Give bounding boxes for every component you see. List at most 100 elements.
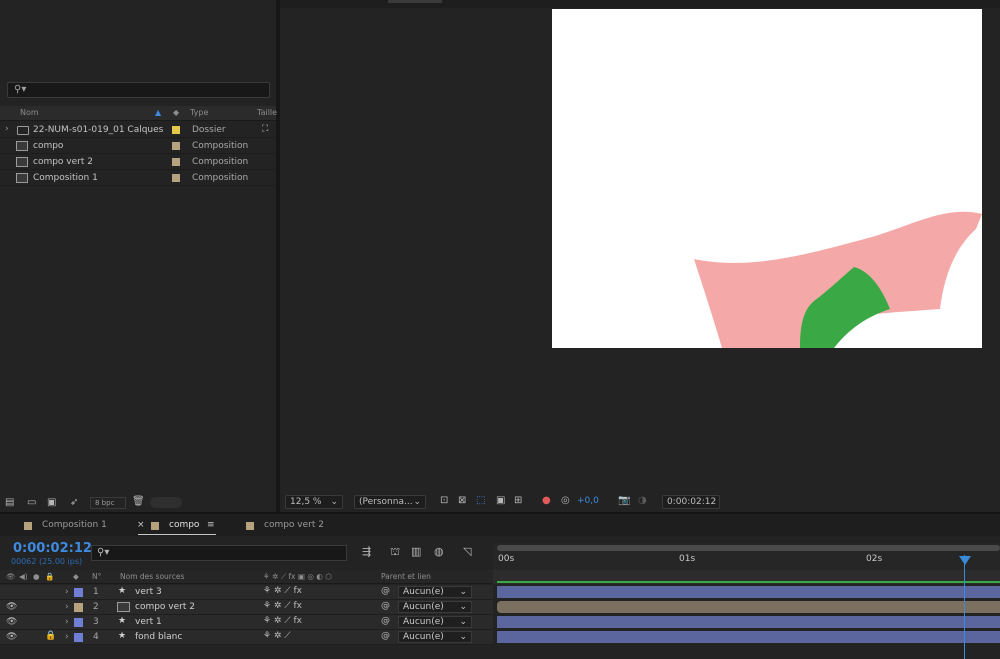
chevron-right-icon[interactable]: › <box>65 617 69 627</box>
work-area-bar[interactable] <box>497 545 1000 551</box>
project-item[interactable]: compo Composition <box>0 138 276 154</box>
motion-blur-icon[interactable]: ◍ <box>434 545 444 558</box>
color-channels-icon[interactable]: ● <box>542 495 551 506</box>
layer-bar[interactable] <box>497 631 1000 643</box>
parent-dropdown[interactable]: Aucun(e) ⌄ <box>398 601 472 613</box>
lock-icon[interactable]: 🔒 <box>45 572 54 581</box>
timeline-search-input[interactable]: ⚲▾ <box>91 545 347 561</box>
layer-switches[interactable]: ⚘ ✲ ⟋ fx <box>263 586 302 596</box>
view-dropdown[interactable]: (Personna... ⌄ <box>354 495 426 509</box>
time-ruler[interactable]: 00s 01s 02s <box>493 543 1000 570</box>
eye-icon[interactable]: 👁 <box>6 617 17 627</box>
project-item[interactable]: compo vert 2 Composition <box>0 154 276 170</box>
eye-icon[interactable]: 👁 <box>6 602 17 612</box>
column-size[interactable]: Taille <box>257 108 277 117</box>
layer-row[interactable]: 👁 › 2 compo vert 2 ⚘ ✲ ⟋ fx @ Aucun(e) ⌄ <box>0 600 493 615</box>
layer-switches[interactable]: ⚘ ✲ ⟋ fx <box>263 616 302 626</box>
new-composition-icon[interactable]: ▣ <box>47 497 56 508</box>
tab-menu-icon[interactable]: ≡ <box>207 520 215 530</box>
layer-switches[interactable]: ⚘ ✲ ⟋ fx <box>263 601 302 611</box>
draft-3d-icon[interactable]: ⛫ <box>390 545 400 560</box>
safe-zones-icon[interactable]: ▣ <box>496 495 505 506</box>
layer-label-swatch[interactable] <box>74 633 83 642</box>
mask-icon[interactable]: ⬚ <box>476 495 485 506</box>
chevron-right-icon[interactable]: › <box>65 632 69 642</box>
layer-name[interactable]: vert 3 <box>135 587 162 597</box>
layer-row[interactable]: 👁 › 3 ★ vert 1 ⚘ ✲ ⟋ fx @ Aucun(e) ⌄ <box>0 615 493 630</box>
label-swatch[interactable] <box>172 126 180 134</box>
layer-bar[interactable] <box>497 616 1000 628</box>
parent-dropdown[interactable]: Aucun(e) ⌄ <box>398 586 472 598</box>
label-swatch[interactable] <box>172 142 180 150</box>
snapshot-view-icon[interactable]: ⊞ <box>514 495 522 506</box>
zoom-dropdown[interactable]: 12,5 % ⌄ <box>285 495 343 509</box>
layer-label-swatch[interactable] <box>74 618 83 627</box>
label-swatch[interactable] <box>172 174 180 182</box>
layer-switches[interactable]: ⚘ ✲ ⟋ <box>263 631 291 641</box>
new-folder-icon[interactable]: ▭ <box>27 497 36 508</box>
sort-arrow-icon[interactable]: ▲ <box>155 108 161 117</box>
chevron-right-icon[interactable]: › <box>5 124 9 134</box>
parent-value: Aucun(e) <box>403 602 444 612</box>
layer-row[interactable]: › 1 ★ vert 3 ⚘ ✲ ⟋ fx @ Aucun(e) ⌄ <box>0 585 493 600</box>
playhead-handle-icon[interactable] <box>959 556 971 565</box>
chevron-right-icon[interactable]: › <box>65 587 69 597</box>
chevron-right-icon[interactable]: › <box>65 602 69 612</box>
layer-number: 2 <box>93 602 99 612</box>
column-type[interactable]: Type <box>190 108 208 117</box>
reset-exposure-icon[interactable]: ◎ <box>561 495 570 506</box>
tab-composition-1[interactable]: Composition 1 <box>42 520 107 530</box>
parent-dropdown[interactable]: Aucun(e) ⌄ <box>398 631 472 643</box>
lock-icon[interactable]: 🔒 <box>45 631 56 641</box>
parent-dropdown[interactable]: Aucun(e) ⌄ <box>398 616 472 628</box>
grid-icon[interactable]: ⊠ <box>458 495 466 506</box>
pickwhip-icon[interactable]: @ <box>381 616 390 626</box>
pickwhip-icon[interactable]: @ <box>381 586 390 596</box>
column-source-name[interactable]: Nom des sources <box>120 572 184 581</box>
layer-row[interactable]: 👁 🔒 › 4 ★ fond blanc ⚘ ✲ ⟋ @ Aucun(e) ⌄ <box>0 630 493 645</box>
exposure-value[interactable]: +0,0 <box>577 496 599 506</box>
layer-bar[interactable] <box>497 586 1000 598</box>
bpc-button[interactable]: 8 bpc <box>90 497 126 509</box>
interpret-footage-icon[interactable]: ▤ <box>5 497 14 508</box>
eye-icon[interactable]: 👁 <box>6 632 17 642</box>
current-time-display[interactable]: 0:00:02:12 <box>13 541 92 556</box>
label-tag-icon[interactable]: ◆ <box>173 108 179 117</box>
viewer-tab[interactable] <box>388 0 442 3</box>
tab-compo-vert-2[interactable]: compo vert 2 <box>264 520 324 530</box>
comp-mini-flowchart-icon[interactable]: ⇶ <box>362 545 371 558</box>
camera-icon[interactable]: 📷 <box>618 495 630 506</box>
trash-icon[interactable]: 🗑 <box>132 496 145 507</box>
eye-icon[interactable]: 👁 <box>6 572 16 581</box>
label-tag-icon[interactable]: ◆ <box>73 572 79 581</box>
project-item[interactable]: Composition 1 Composition <box>0 170 276 186</box>
composition-canvas[interactable] <box>552 9 982 348</box>
frame-blending-icon[interactable]: ▥ <box>411 545 421 558</box>
show-snapshot-icon[interactable]: ◑ <box>638 495 647 506</box>
solo-icon[interactable]: ● <box>33 572 40 581</box>
pickwhip-icon[interactable]: @ <box>381 631 390 641</box>
project-item[interactable]: › 22-NUM-s01-019_01 Calques Dossier ⛶ <box>0 122 276 138</box>
render-queue-icon[interactable]: ➶ <box>70 497 78 508</box>
column-name[interactable]: Nom <box>20 108 39 117</box>
viewer-timecode[interactable]: 0:00:02:12 <box>662 495 720 509</box>
playhead[interactable] <box>964 555 965 659</box>
layer-label-swatch[interactable] <box>74 588 83 597</box>
thumbnail-slider[interactable] <box>150 497 182 508</box>
tab-compo[interactable]: compo <box>169 520 199 530</box>
pickwhip-icon[interactable]: @ <box>381 601 390 611</box>
chevron-down-icon: ⌄ <box>459 587 467 597</box>
layer-name[interactable]: compo vert 2 <box>135 602 195 612</box>
composition-icon <box>16 141 28 151</box>
layer-name[interactable]: fond blanc <box>135 632 182 642</box>
region-of-interest-icon[interactable]: ⊡ <box>440 495 448 506</box>
label-swatch[interactable] <box>172 158 180 166</box>
graph-editor-icon[interactable]: ◹ <box>463 545 471 558</box>
layer-label-swatch[interactable] <box>74 603 83 612</box>
audio-icon[interactable]: ◀) <box>19 572 28 581</box>
layer-bar[interactable] <box>497 601 1000 613</box>
project-item-name: compo <box>33 141 64 151</box>
project-search-input[interactable]: ⚲▾ <box>7 82 270 98</box>
close-icon[interactable]: × <box>137 520 145 530</box>
layer-name[interactable]: vert 1 <box>135 617 162 627</box>
